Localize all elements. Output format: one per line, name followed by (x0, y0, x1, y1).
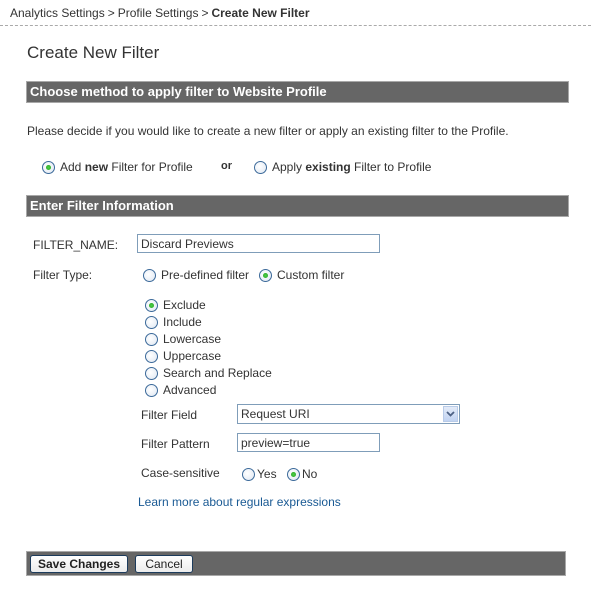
add-new-filter-radio[interactable] (42, 160, 55, 174)
search-replace-option[interactable]: Search and Replace (145, 366, 272, 380)
filter-type-label: Filter Type: (33, 268, 93, 282)
advanced-label[interactable]: Advanced (163, 383, 216, 397)
lowercase-option[interactable]: Lowercase (145, 332, 221, 346)
save-changes-button[interactable]: Save Changes (30, 555, 128, 573)
footer-action-bar: Save Changes Cancel (26, 551, 566, 576)
filter-pattern-label: Filter Pattern (141, 437, 210, 451)
method-intro-text: Please decide if you would like to creat… (27, 124, 509, 138)
case-sensitive-label: Case-sensitive (141, 466, 220, 480)
case-no-label[interactable]: No (302, 467, 317, 481)
exclude-option[interactable]: Exclude (145, 298, 206, 312)
apply-existing-filter-radio[interactable] (254, 160, 267, 174)
predefined-filter-label[interactable]: Pre-defined filter (161, 268, 249, 282)
method-section-header: Choose method to apply filter to Website… (26, 81, 569, 103)
lowercase-label[interactable]: Lowercase (163, 332, 221, 346)
cancel-button[interactable]: Cancel (135, 555, 193, 573)
page-title: Create New Filter (27, 43, 160, 62)
chevron-down-glyph (446, 411, 455, 417)
include-label[interactable]: Include (163, 315, 202, 329)
uppercase-option[interactable]: Uppercase (145, 349, 221, 363)
label-prefix: Apply (272, 160, 306, 174)
add-new-filter-label[interactable]: Add new Filter for Profile (60, 160, 193, 174)
breadcrumb-separator: > (201, 6, 209, 20)
breadcrumb-separator: > (107, 6, 115, 20)
label-bold: existing (305, 160, 351, 174)
breadcrumb-analytics-settings[interactable]: Analytics Settings (10, 6, 105, 20)
label-bold: new (84, 160, 109, 174)
filter-field-label: Filter Field (141, 408, 198, 422)
add-new-filter-option[interactable]: Add new Filter for Profile (42, 160, 193, 174)
apply-existing-filter-option[interactable]: Apply existing Filter to Profile (254, 160, 431, 174)
case-yes-label[interactable]: Yes (257, 467, 277, 481)
page: Analytics Settings > Profile Settings > Crea… (0, 0, 591, 600)
custom-filter-option[interactable]: Custom filter (259, 268, 344, 282)
apply-existing-filter-label[interactable]: Apply existing Filter to Profile (272, 160, 431, 174)
case-yes-radio[interactable] (242, 467, 255, 481)
chevron-down-icon[interactable] (443, 406, 458, 422)
include-radio[interactable] (145, 315, 158, 329)
search-replace-radio[interactable] (145, 366, 158, 380)
uppercase-label[interactable]: Uppercase (163, 349, 221, 363)
search-replace-label[interactable]: Search and Replace (163, 366, 272, 380)
breadcrumb: Analytics Settings > Profile Settings > Crea… (10, 6, 310, 20)
or-label: or (221, 160, 232, 172)
filter-info-section-header: Enter Filter Information (26, 195, 569, 217)
case-yes-option[interactable]: Yes (242, 467, 277, 481)
filter-name-label: FILTER_NAME: (33, 238, 119, 252)
exclude-radio[interactable] (145, 298, 158, 312)
predefined-filter-radio[interactable] (143, 268, 156, 282)
exclude-label[interactable]: Exclude (163, 298, 206, 312)
custom-filter-label[interactable]: Custom filter (277, 268, 344, 282)
filter-field-select[interactable]: Request URI (237, 404, 460, 424)
advanced-radio[interactable] (145, 383, 158, 397)
filter-name-input[interactable] (137, 234, 380, 253)
breadcrumb-current: Create New Filter (211, 6, 310, 20)
breadcrumb-profile-settings[interactable]: Profile Settings (118, 6, 199, 20)
lowercase-radio[interactable] (145, 332, 158, 346)
include-option[interactable]: Include (145, 315, 202, 329)
filter-field-value: Request URI (241, 407, 310, 421)
filter-pattern-input[interactable] (237, 433, 380, 452)
label-suffix: Filter for Profile (108, 160, 193, 174)
label-prefix: Add (60, 160, 85, 174)
custom-filter-radio[interactable] (259, 268, 272, 282)
breadcrumb-divider (0, 25, 591, 26)
predefined-filter-option[interactable]: Pre-defined filter (143, 268, 249, 282)
uppercase-radio[interactable] (145, 349, 158, 363)
case-no-radio[interactable] (287, 467, 300, 481)
advanced-option[interactable]: Advanced (145, 383, 216, 397)
label-suffix: Filter to Profile (350, 160, 432, 174)
learn-more-regex-link[interactable]: Learn more about regular expressions (138, 495, 341, 509)
case-no-option[interactable]: No (287, 467, 317, 481)
